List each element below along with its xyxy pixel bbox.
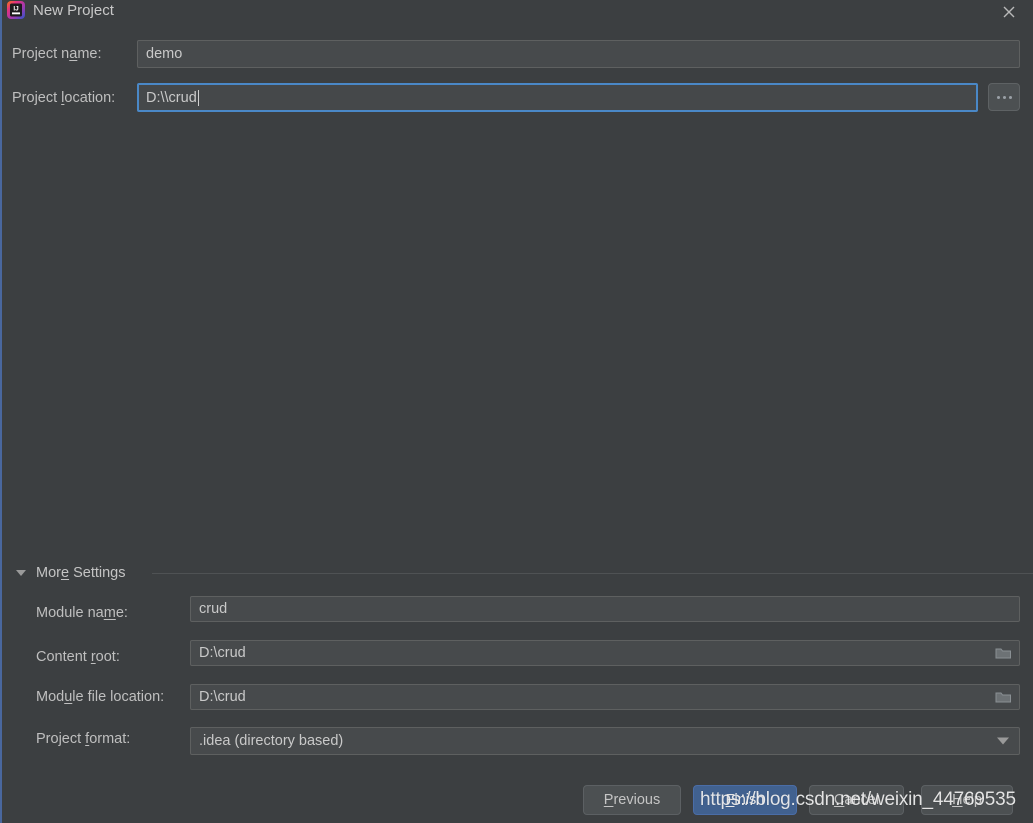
module-file-location-value: D:\crud <box>199 689 246 705</box>
more-settings-label-mnemonic: e <box>60 565 70 581</box>
project-location-label-text-a: Project <box>12 90 62 106</box>
folder-icon[interactable] <box>995 690 1012 704</box>
close-icon[interactable] <box>995 0 1023 24</box>
content-root-value: D:\crud <box>199 645 246 661</box>
svg-text:IJ: IJ <box>13 6 19 13</box>
previous-button-mnemonic: P <box>603 792 614 808</box>
more-settings-section-header[interactable]: More Settings <box>0 562 1033 586</box>
module-name-label-mnemonic: m <box>103 605 116 621</box>
more-settings-label: More Settings <box>36 562 125 584</box>
project-location-value: D:\\crud <box>146 89 197 106</box>
chevron-down-icon[interactable] <box>997 737 1009 745</box>
project-location-label: Project location: <box>12 89 115 107</box>
project-format-label: Project format: <box>36 730 130 748</box>
more-settings-label-text-b: Settings <box>69 565 126 581</box>
module-name-label-text-a: Module na <box>36 605 104 621</box>
project-name-label-text-b: me: <box>77 46 102 62</box>
section-divider <box>152 573 1033 574</box>
project-name-value: demo <box>146 46 183 62</box>
project-format-select[interactable]: .idea (directory based) <box>190 727 1020 755</box>
project-name-label: Project name: <box>12 45 101 63</box>
module-file-location-label-text-b: le file location: <box>72 689 165 705</box>
more-settings-label-text-a: Mor <box>36 565 61 581</box>
module-file-location-label: Module file location: <box>36 688 164 706</box>
content-root-input[interactable]: D:\crud <box>190 640 1020 666</box>
content-root-label-text-b: oot: <box>95 649 120 665</box>
module-file-location-label-text-a: Mod <box>36 689 65 705</box>
previous-button[interactable]: Previous <box>583 785 681 815</box>
folder-icon[interactable] <box>995 646 1012 660</box>
project-format-label-text-a: Project <box>36 731 86 747</box>
new-project-dialog: IJ New Project Project name: demo Projec… <box>0 0 1033 823</box>
project-format-value: .idea (directory based) <box>199 733 344 749</box>
ellipsis-dot <box>996 95 1000 99</box>
browse-folder-button[interactable] <box>988 83 1020 111</box>
project-format-label-text-b: ormat: <box>89 731 131 747</box>
dialog-titlebar: IJ New Project <box>0 0 1033 27</box>
module-name-value: crud <box>199 601 228 617</box>
ellipsis-dot <box>1002 95 1006 99</box>
dialog-left-accent-edge <box>0 0 2 823</box>
page-title: New Project <box>33 2 114 19</box>
cancel-button-label: ancel <box>844 792 880 808</box>
finish-button-mnemonic: F <box>725 792 735 808</box>
module-name-label: Module name: <box>36 604 128 622</box>
cancel-button[interactable]: Cancel <box>809 785 904 815</box>
finish-button-label: inish <box>734 792 765 808</box>
project-name-label-text-a: Project n <box>12 46 70 62</box>
help-button-label: elp <box>962 792 982 808</box>
chevron-down-icon[interactable] <box>16 570 26 576</box>
project-location-input[interactable]: D:\\crud <box>137 83 978 112</box>
help-button[interactable]: Help <box>921 785 1013 815</box>
content-root-label: Content root: <box>36 648 120 666</box>
cancel-button-mnemonic: C <box>833 792 845 808</box>
module-name-label-text-b: e: <box>115 605 128 621</box>
module-file-location-input[interactable]: D:\crud <box>190 684 1020 710</box>
text-caret <box>197 89 199 106</box>
project-name-input[interactable]: demo <box>137 40 1020 68</box>
intellij-idea-icon: IJ <box>7 1 25 19</box>
ellipsis-dot <box>1008 95 1012 99</box>
module-name-input[interactable]: crud <box>190 596 1020 622</box>
finish-button[interactable]: Finish <box>693 785 797 815</box>
content-root-label-text-a: Content <box>36 649 91 665</box>
help-button-mnemonic: H <box>952 792 963 808</box>
previous-button-label: revious <box>613 792 661 808</box>
project-location-label-text-b: ocation: <box>64 90 116 106</box>
